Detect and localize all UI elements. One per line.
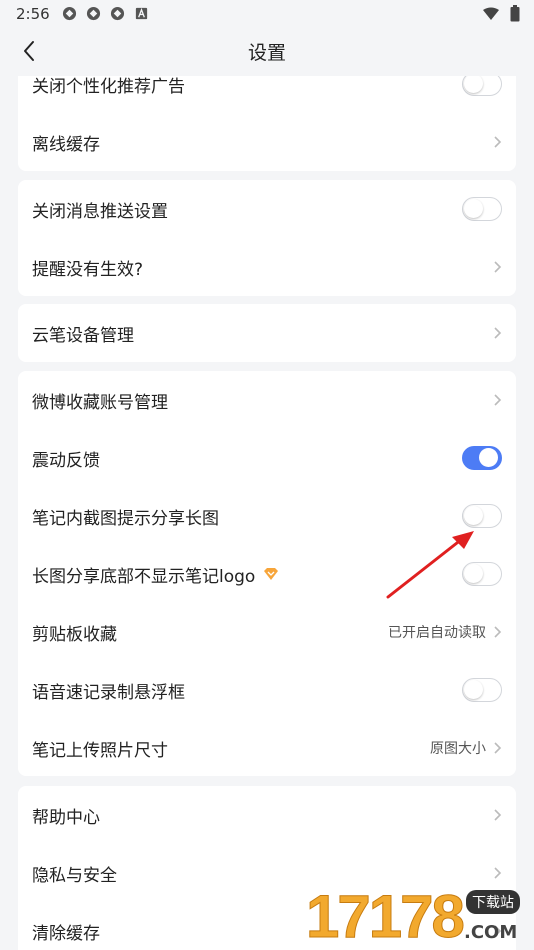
toggle-switch[interactable]: [462, 197, 502, 221]
setting-row-vibration[interactable]: 震动反馈: [18, 429, 516, 487]
status-time: 2:56: [16, 4, 50, 23]
battery-icon: [510, 5, 520, 22]
setting-label: 离线缓存: [32, 134, 100, 155]
status-bar: 2:56: [0, 0, 534, 27]
setting-label: 长图分享底部不显示笔记logo: [32, 566, 256, 587]
page-title: 设置: [247, 42, 286, 64]
wifi-icon: [483, 7, 499, 20]
chevron-right-icon: [494, 136, 502, 148]
chevron-right-icon: [494, 809, 502, 821]
vip-diamond-icon: [264, 568, 279, 580]
watermark-number: 17178: [306, 883, 466, 950]
chevron-right-icon: [494, 867, 502, 879]
setting-label: 剪贴板收藏: [32, 624, 117, 645]
font-notification-icon: [135, 7, 147, 20]
settings-group-notifications: 关闭消息推送设置 提醒没有生效?: [18, 180, 516, 296]
setting-row-push-settings[interactable]: 关闭消息推送设置: [18, 180, 516, 238]
setting-label: 云笔设备管理: [32, 325, 134, 346]
setting-label: 隐私与安全: [32, 865, 117, 886]
setting-row-reminder-help[interactable]: 提醒没有生效?: [18, 238, 516, 296]
setting-row-offline-cache[interactable]: 离线缓存: [18, 113, 516, 171]
setting-row-voice-floating[interactable]: 语音速记录制悬浮框: [18, 661, 516, 719]
setting-label: 笔记上传照片尺寸: [32, 740, 168, 761]
setting-label: 震动反馈: [32, 450, 100, 471]
setting-label: 清除缓存: [32, 923, 100, 944]
toggle-switch[interactable]: [462, 446, 502, 470]
toggle-switch[interactable]: [462, 678, 502, 702]
chevron-left-icon[interactable]: [18, 39, 42, 63]
chevron-right-icon: [494, 626, 502, 638]
chevron-right-icon: [494, 261, 502, 273]
app-header: 设置: [0, 27, 534, 76]
chevron-right-icon: [494, 742, 502, 754]
setting-label: 微博收藏账号管理: [32, 392, 168, 413]
setting-label: 关闭消息推送设置: [32, 201, 168, 222]
watermark-domain: .COM: [464, 922, 518, 943]
setting-row-photo-size[interactable]: 笔记上传照片尺寸 原图大小: [18, 719, 516, 776]
setting-label: 帮助中心: [32, 807, 100, 828]
setting-label: 提醒没有生效?: [32, 259, 144, 280]
setting-value: 已开启自动读取: [388, 625, 486, 641]
setting-label: 笔记内截图提示分享长图: [32, 508, 219, 529]
setting-value: 原图大小: [430, 741, 486, 757]
setting-row-cloud-pen-devices[interactable]: 云笔设备管理: [18, 304, 516, 362]
watermark-logo: 17178 下载站 .COM: [306, 880, 534, 950]
settings-group-devices: 云笔设备管理: [18, 304, 516, 362]
chevron-right-icon: [494, 327, 502, 339]
setting-row-weibo-accounts[interactable]: 微博收藏账号管理: [18, 371, 516, 429]
setting-label: 语音速记录制悬浮框: [32, 682, 185, 703]
chevron-right-icon: [494, 394, 502, 406]
annotation-arrow-icon: [386, 531, 474, 599]
app-notification-icon: [62, 6, 76, 21]
app-notification-icon: [86, 6, 100, 21]
setting-row-clipboard[interactable]: 剪贴板收藏 已开启自动读取: [18, 603, 516, 661]
watermark-badge: 下载站: [466, 890, 520, 914]
app-notification-icon: [110, 6, 124, 21]
setting-row-help-center[interactable]: 帮助中心: [18, 786, 516, 844]
